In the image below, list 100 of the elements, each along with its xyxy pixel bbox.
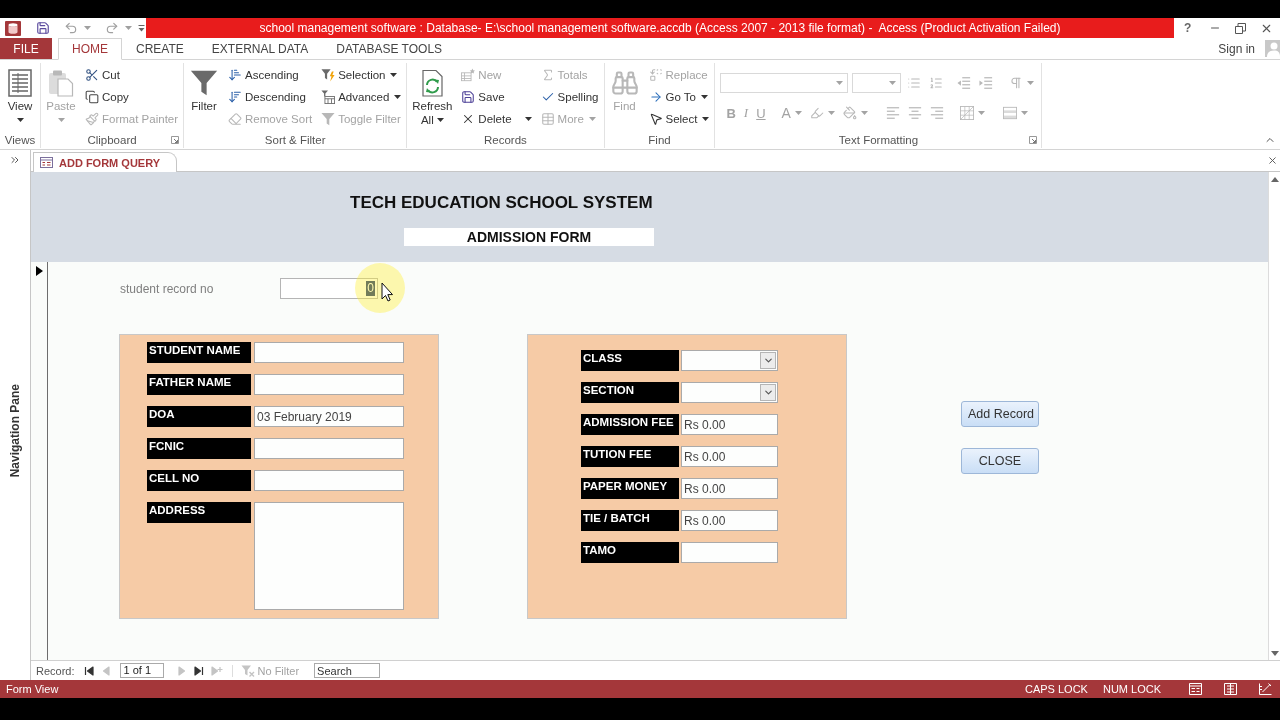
dropdown-button[interactable] [760, 352, 776, 369]
advanced-button[interactable]: Advanced [319, 86, 404, 108]
form-button[interactable]: Add Record [961, 401, 1039, 427]
funnel-bolt-icon [321, 68, 336, 82]
first-record-icon[interactable] [83, 665, 96, 676]
dialog-launcher-icon[interactable] [1029, 135, 1038, 144]
text-field[interactable]: 03 February 2019 [254, 406, 404, 427]
eraser-icon [228, 112, 243, 126]
ribbon-tab[interactable]: EXTERNAL DATA [197, 38, 323, 59]
caret-icon [702, 116, 710, 121]
cut-button[interactable]: Cut [83, 64, 181, 86]
text-field[interactable] [254, 470, 404, 491]
field-label: TIE / BATCH [581, 510, 679, 531]
ribbon-tab[interactable]: CREATE [122, 38, 198, 59]
save-icon [461, 90, 476, 104]
record-number-label: student record no [120, 281, 215, 296]
group-label: Records [484, 133, 527, 146]
caret-icon [701, 94, 708, 99]
align-right-icon [929, 106, 944, 120]
memo-field[interactable] [254, 502, 404, 610]
scroll-up-icon[interactable] [1270, 177, 1279, 182]
dropdown-button[interactable] [760, 384, 776, 401]
ribbon-tab[interactable]: FILE [0, 38, 52, 59]
last-record-icon[interactable] [193, 665, 206, 676]
caret-icon [794, 110, 802, 115]
restore-icon[interactable] [1234, 22, 1246, 34]
caret-icon [394, 94, 402, 99]
bulleted-list-icon [907, 76, 922, 90]
gridlines-icon [959, 106, 974, 120]
combo-field[interactable] [681, 350, 778, 371]
app-logo-icon[interactable] [5, 20, 21, 36]
document-tab[interactable]: ADD FORM QUERY [33, 152, 178, 172]
field-label: ADDRESS [147, 502, 251, 523]
combo-field[interactable] [681, 382, 778, 403]
ribbon-tab[interactable]: DATABASE TOOLS [322, 38, 457, 59]
sign-in-link[interactable]: Sign in [1218, 41, 1255, 56]
delete-button[interactable]: Delete [459, 108, 534, 130]
field-label: TUTION FEE [581, 446, 679, 467]
caret-icon [436, 118, 444, 123]
expand-pane-icon[interactable] [9, 154, 21, 166]
customize-toolbar-icon[interactable] [138, 24, 145, 32]
refresh-button[interactable]: Refresh All [410, 64, 455, 131]
text-field[interactable] [254, 438, 404, 459]
ribbon-tab[interactable]: HOME [58, 38, 122, 60]
scroll-down-icon[interactable] [1270, 651, 1279, 656]
record-position-field[interactable]: 1 of 1 [119, 663, 164, 678]
form-subtitle: ADMISSION FORM [404, 228, 654, 246]
spelling-button[interactable]: Spelling [538, 86, 601, 108]
help-button[interactable]: ? [1181, 20, 1195, 36]
decrease-indent-icon [957, 76, 972, 90]
save-icon[interactable] [36, 21, 50, 35]
search-field[interactable]: Search [314, 663, 381, 678]
vertical-scrollbar[interactable] [1268, 172, 1280, 660]
arrow-right-icon [648, 90, 663, 104]
caret-icon [1027, 80, 1035, 85]
caret-icon [827, 110, 835, 115]
text-field[interactable] [681, 542, 778, 563]
redo-icon[interactable] [105, 21, 119, 35]
text-field[interactable]: Rs 0.00 [681, 478, 778, 499]
user-avatar-icon[interactable] [1265, 40, 1280, 57]
text-field[interactable]: Rs 0.00 [681, 414, 778, 435]
select-button[interactable]: Select [646, 108, 712, 130]
alternate-rows-icon [1002, 106, 1017, 120]
caret-icon [16, 118, 24, 122]
caret-icon [1020, 110, 1028, 115]
clipboard-icon [47, 69, 75, 97]
group-label: Find [648, 133, 671, 146]
navigation-pane-label[interactable]: Navigation Pane [8, 384, 22, 478]
text-field[interactable] [254, 342, 404, 363]
field-label: SECTION [581, 382, 679, 403]
close-document-icon[interactable] [1267, 154, 1278, 166]
record-navigation-label: Record: [36, 664, 75, 677]
field-label: STUDENT NAME [147, 342, 251, 363]
dialog-launcher-icon[interactable] [171, 135, 180, 144]
binoculars-icon [610, 69, 639, 97]
filter-button[interactable]: Filter [187, 64, 222, 131]
copy-button[interactable]: Copy [83, 86, 181, 108]
form-view-icon[interactable] [1189, 683, 1202, 695]
selection-button[interactable]: Selection [319, 64, 404, 86]
form-button[interactable]: CLOSE [961, 448, 1039, 474]
go-to-button[interactable]: Go To [646, 86, 712, 108]
save-button[interactable]: Save [459, 86, 534, 108]
caret-icon [860, 110, 868, 115]
keyboard-indicator: NUM LOCK [1102, 683, 1161, 695]
caret-icon [524, 116, 532, 121]
text-field[interactable] [254, 374, 404, 395]
layout-view-icon[interactable] [1224, 683, 1237, 695]
record-number-field[interactable]: 0 [280, 278, 378, 299]
form-title: TECH EDUCATION SCHOOL SYSTEM [350, 192, 653, 214]
view-button[interactable]: View [3, 64, 37, 131]
ascending-button[interactable]: Ascending [226, 64, 315, 86]
current-record-icon [35, 266, 43, 276]
undo-icon[interactable] [64, 21, 78, 35]
design-view-icon[interactable] [1259, 683, 1272, 695]
text-field[interactable]: Rs 0.00 [681, 446, 778, 467]
text-field[interactable]: Rs 0.00 [681, 510, 778, 531]
form-rows-icon [6, 69, 34, 97]
descending-button[interactable]: Descending [226, 86, 315, 108]
pointer-icon [648, 112, 663, 126]
paintbrush-icon [85, 112, 99, 126]
